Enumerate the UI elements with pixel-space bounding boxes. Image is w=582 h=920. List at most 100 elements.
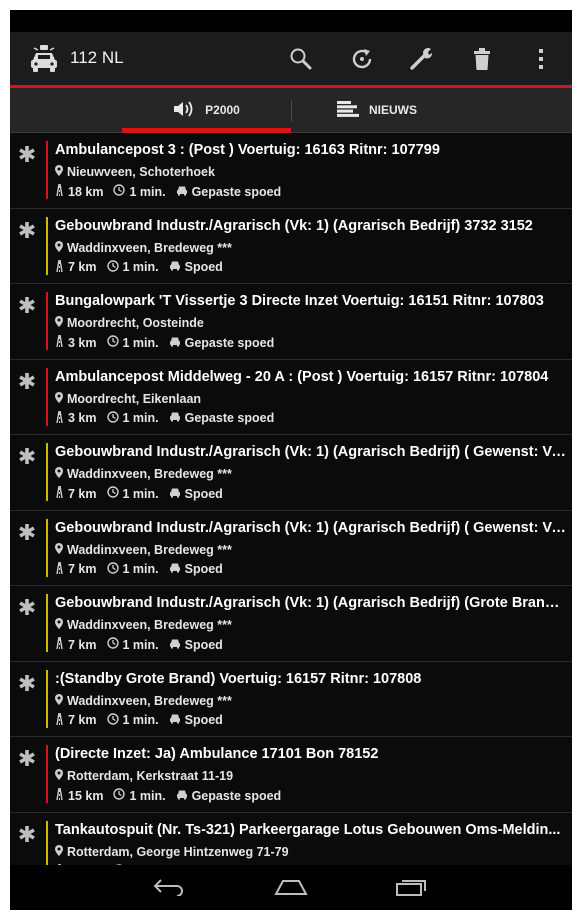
recent-apps-icon[interactable] bbox=[392, 873, 432, 901]
type-color-bar bbox=[46, 594, 48, 652]
car-icon bbox=[169, 638, 181, 652]
search-icon[interactable] bbox=[286, 44, 316, 74]
incident-location: Waddinxveen, Bredeweg *** bbox=[55, 467, 232, 481]
time-text: 1 min. bbox=[129, 184, 166, 199]
time-text: 1 min. bbox=[122, 562, 159, 576]
tab-label: P2000 bbox=[205, 103, 240, 117]
distance-text: 7 km bbox=[68, 260, 97, 274]
road-icon bbox=[55, 712, 64, 728]
priority-text: Spoed bbox=[184, 486, 223, 501]
distance-group: 3 km bbox=[55, 334, 97, 350]
incident-list[interactable]: Ambulancepost 3 : (Post ) Voertuig: 1616… bbox=[10, 133, 572, 875]
location-pin-icon bbox=[55, 316, 63, 330]
list-item[interactable]: :(Standby Grote Brand) Voertuig: 16157 R… bbox=[10, 661, 572, 737]
incident-title: Gebouwbrand Industr./Agrarisch (Vk: 1) (… bbox=[55, 595, 567, 611]
incident-meta: 15 km 1 min. Gepaste spoed bbox=[55, 787, 291, 803]
incident-location: Waddinxveen, Bredeweg *** bbox=[55, 618, 232, 632]
priority-group: Spoed bbox=[169, 260, 223, 274]
car-icon bbox=[169, 487, 181, 501]
clock-icon bbox=[106, 335, 119, 350]
time-text: 1 min. bbox=[122, 335, 159, 350]
delete-icon[interactable] bbox=[467, 44, 497, 74]
location-pin-icon bbox=[55, 769, 63, 783]
overflow-menu-icon[interactable] bbox=[526, 44, 556, 74]
location-pin-icon bbox=[55, 693, 63, 708]
incident-location: Waddinxveen, Bredeweg *** bbox=[55, 240, 232, 255]
priority-text: Spoed bbox=[184, 562, 223, 576]
clock-icon bbox=[106, 410, 119, 426]
medical-star-icon bbox=[18, 221, 36, 239]
incident-title: Gebouwbrand Industr./Agrarisch (Vk: 1) (… bbox=[55, 444, 567, 460]
location-text: Rotterdam, Kerkstraat 11-19 bbox=[67, 769, 234, 783]
distance-group: 7 km bbox=[55, 485, 97, 501]
location-text: Waddinxveen, Bredeweg *** bbox=[67, 240, 232, 255]
list-item[interactable]: Gebouwbrand Industr./Agrarisch (Vk: 1) (… bbox=[10, 510, 572, 586]
list-item[interactable]: Gebouwbrand Industr./Agrarisch (Vk: 1) (… bbox=[10, 208, 572, 284]
time-group: 1 min. bbox=[113, 788, 166, 803]
location-text: Rotterdam, George Hintzenweg 71-79 bbox=[67, 844, 289, 859]
incident-title: (Directe Inzet: Ja) Ambulance 17101 Bon … bbox=[55, 746, 379, 762]
ambulance-car-icon[interactable] bbox=[28, 44, 60, 74]
distance-group: 3 km bbox=[55, 410, 97, 426]
time-text: 1 min. bbox=[129, 788, 166, 803]
priority-text: Spoed bbox=[184, 260, 223, 274]
incident-meta: 7 km 1 min. Spoed bbox=[55, 712, 233, 728]
type-color-bar bbox=[46, 518, 48, 577]
incident-location: Rotterdam, Kerkstraat 11-19 bbox=[55, 769, 233, 783]
clock-icon bbox=[113, 184, 126, 199]
priority-group: Spoed bbox=[169, 562, 223, 576]
priority-group: Spoed bbox=[169, 487, 223, 501]
time-group: 1 min. bbox=[106, 486, 159, 501]
road-icon bbox=[55, 485, 64, 501]
road-icon bbox=[55, 410, 64, 426]
clock-icon bbox=[106, 486, 119, 501]
tab-label: NIEUWS bbox=[369, 103, 417, 117]
incident-title: Ambulancepost 3 : (Post ) Voertuig: 1616… bbox=[55, 142, 440, 158]
time-group: 1 min. bbox=[113, 184, 166, 199]
location-pin-icon bbox=[55, 844, 63, 859]
road-icon bbox=[55, 259, 64, 275]
medical-star-icon bbox=[18, 749, 36, 767]
list-item[interactable]: (Directe Inzet: Ja) Ambulance 17101 Bon … bbox=[10, 737, 572, 813]
home-icon[interactable] bbox=[271, 873, 311, 901]
list-item[interactable]: Ambulancepost 3 : (Post ) Voertuig: 1616… bbox=[10, 133, 572, 209]
medical-star-icon bbox=[18, 598, 36, 616]
settings-wrench-icon[interactable] bbox=[407, 44, 437, 74]
location-text: Moordrecht, Eikenlaan bbox=[67, 391, 202, 406]
incident-title: Gebouwbrand Industr./Agrarisch (Vk: 1) (… bbox=[55, 519, 567, 536]
car-icon bbox=[169, 411, 181, 425]
priority-text: Gepaste spoed bbox=[184, 411, 275, 425]
refresh-icon[interactable] bbox=[347, 44, 377, 74]
car-icon bbox=[176, 185, 188, 199]
status-bar bbox=[10, 10, 572, 32]
distance-text: 18 km bbox=[68, 184, 104, 199]
list-item[interactable]: Gebouwbrand Industr./Agrarisch (Vk: 1) (… bbox=[10, 586, 572, 662]
list-item[interactable]: Gebouwbrand Industr./Agrarisch (Vk: 1) (… bbox=[10, 435, 572, 511]
clock-icon bbox=[106, 561, 119, 577]
priority-text: Gepaste spoed bbox=[191, 788, 282, 803]
list-item[interactable]: Bungalowpark 'T Vissertje 3 Directe Inze… bbox=[10, 284, 572, 360]
type-color-bar bbox=[46, 141, 48, 199]
location-text: Waddinxveen, Bredeweg *** bbox=[67, 467, 232, 481]
location-text: Waddinxveen, Bredeweg *** bbox=[67, 618, 232, 632]
incident-location: Waddinxveen, Bredeweg *** bbox=[55, 542, 232, 557]
type-color-bar bbox=[46, 745, 48, 803]
app-title: 112 NL bbox=[70, 48, 124, 67]
type-color-bar bbox=[46, 292, 48, 350]
back-icon[interactable] bbox=[150, 873, 190, 901]
incident-title: :(Standby Grote Brand) Voertuig: 16157 R… bbox=[55, 670, 422, 687]
medical-star-icon bbox=[18, 674, 36, 692]
time-group: 1 min. bbox=[106, 712, 159, 728]
incident-location: Waddinxveen, Bredeweg *** bbox=[55, 693, 232, 708]
incident-location: Moordrecht, Eikenlaan bbox=[55, 391, 202, 406]
type-color-bar bbox=[46, 669, 48, 728]
location-pin-icon bbox=[55, 618, 63, 632]
clock-icon bbox=[106, 259, 119, 275]
tab-nieuws[interactable]: NIEUWS bbox=[292, 88, 462, 132]
list-item[interactable]: Ambulancepost Middelweg - 20 A : (Post )… bbox=[10, 359, 572, 435]
priority-group: Gepaste spoed bbox=[176, 185, 281, 199]
road-icon bbox=[55, 183, 64, 199]
location-text: Waddinxveen, Bredeweg *** bbox=[67, 693, 232, 708]
tab-p2000[interactable]: P2000 bbox=[122, 88, 291, 132]
priority-group: Gepaste spoed bbox=[169, 411, 275, 425]
